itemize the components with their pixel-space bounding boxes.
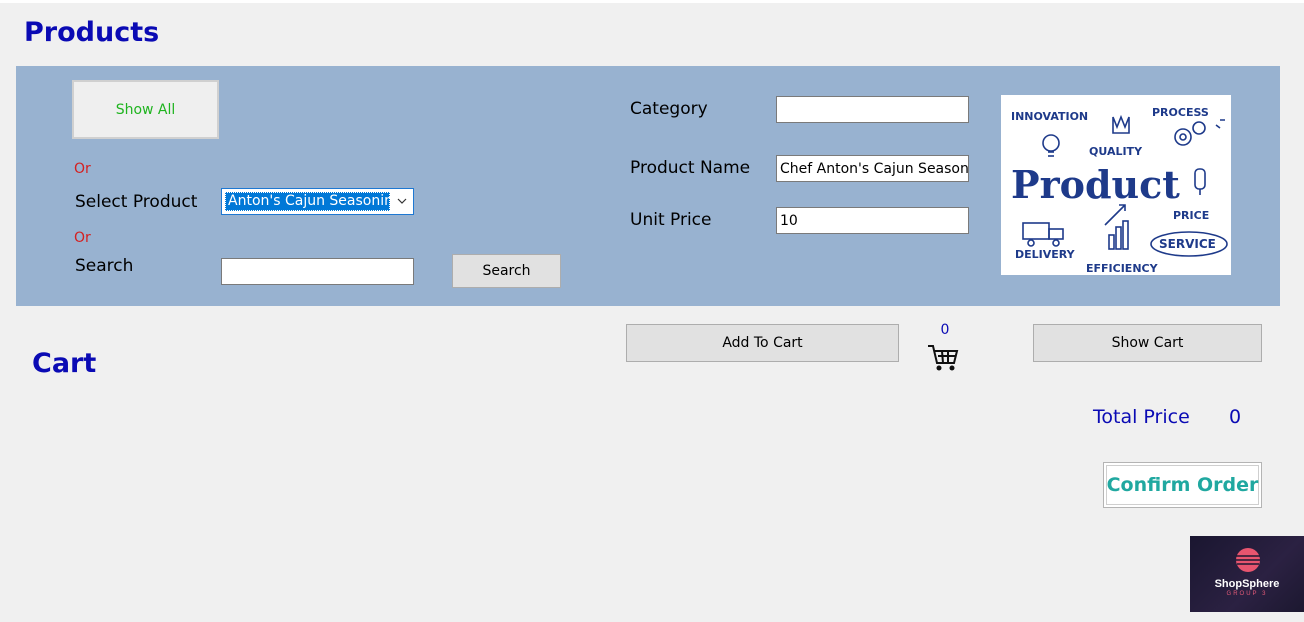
product-name-field[interactable]: Chef Anton's Cajun Seasonin — [776, 155, 969, 182]
search-input[interactable] — [221, 258, 414, 285]
cart-count: 0 — [940, 322, 950, 338]
brand-name: ShopSphere — [1214, 578, 1280, 590]
quality-word: QUALITY — [1089, 145, 1143, 158]
cart-title: Cart — [32, 348, 97, 379]
confirm-order-button[interactable]: Confirm Order — [1103, 462, 1262, 508]
total-price-value: 0 — [1229, 406, 1242, 428]
shopping-cart-icon[interactable] — [926, 343, 960, 373]
globe-icon — [1236, 548, 1260, 572]
delivery-word: DELIVERY — [1015, 248, 1076, 261]
process-word: PROCESS — [1152, 106, 1209, 119]
selected-product-value: Anton's Cajun Seasoning — [225, 192, 390, 211]
or-label: Or — [74, 161, 91, 177]
product-name-label: Product Name — [630, 158, 751, 178]
product-image: INNOVATION PROCESS QUALITY Product PRICE… — [1001, 95, 1231, 275]
chevron-down-icon — [397, 198, 407, 204]
search-label: Search — [75, 256, 134, 276]
brand-group: GROUP 3 — [1226, 591, 1268, 597]
innovation-word: INNOVATION — [1011, 110, 1088, 123]
or-label: Or — [74, 230, 91, 246]
efficiency-word: EFFICIENCY — [1086, 262, 1159, 275]
category-label: Category — [630, 99, 708, 119]
product-word: Product — [1011, 162, 1180, 207]
price-word: PRICE — [1173, 209, 1209, 222]
shopsphere-logo: ShopSphere GROUP 3 — [1190, 536, 1304, 612]
select-product-label: Select Product — [75, 192, 198, 212]
category-field[interactable] — [776, 96, 969, 123]
show-all-button[interactable]: Show All — [72, 80, 219, 139]
products-title: Products — [24, 17, 160, 48]
product-select[interactable]: Anton's Cajun Seasoning — [221, 188, 414, 215]
unit-price-label: Unit Price — [630, 210, 712, 230]
service-word: SERVICE — [1159, 237, 1216, 251]
show-cart-button[interactable]: Show Cart — [1033, 324, 1262, 362]
search-button[interactable]: Search — [452, 254, 561, 288]
window-top-edge — [0, 0, 1304, 3]
unit-price-field[interactable]: 10 — [776, 207, 969, 234]
add-to-cart-button[interactable]: Add To Cart — [626, 324, 899, 362]
total-price-label: Total Price — [1093, 406, 1190, 428]
